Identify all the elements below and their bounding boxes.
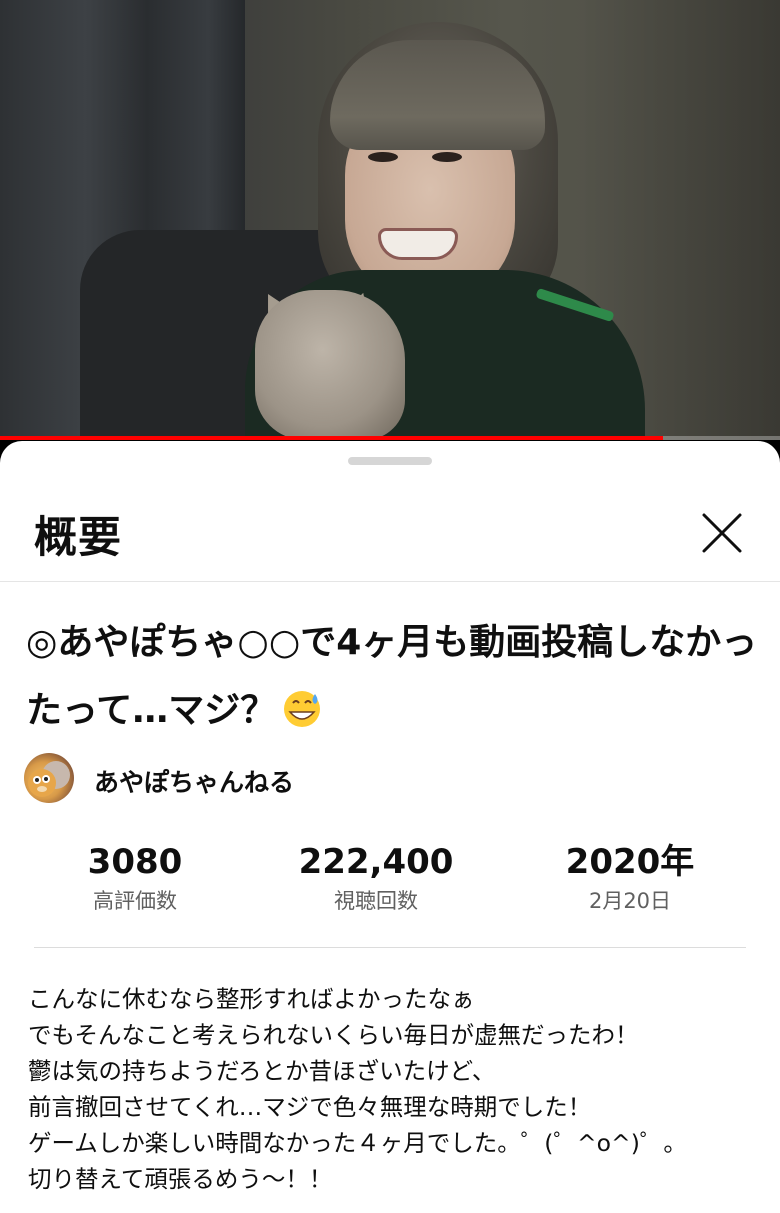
description-line: こんなに休むなら整形すればよかったなぁ: [28, 985, 475, 1013]
views-stat: 222,400 視聴回数: [256, 841, 496, 915]
description-line: 前言撤回させてくれ…マジで色々無理な時期でした！: [28, 1093, 592, 1121]
description-line: 鬱は気の持ちようだろとか昔ほざいたけど、: [28, 1057, 496, 1085]
video-frame-cat: [255, 290, 405, 440]
likes-stat: 3080 高評価数: [15, 841, 255, 915]
grinning-face-with-sweat-emoji: [284, 691, 321, 727]
video-player[interactable]: [0, 0, 780, 440]
likes-label: 高評価数: [93, 889, 177, 913]
channel-row[interactable]: あやぽちゃんねる: [24, 753, 624, 805]
publish-date-stat: 2020年 2月20日: [510, 841, 750, 915]
likes-count: 3080: [87, 842, 183, 882]
description-line: でもそんなこと考えられないくらい毎日が虚無だったわ！: [28, 1021, 639, 1049]
description-line: ゲームしか楽しい時間なかった４ヶ月でした。゜(゜^o^)゜。: [28, 1129, 687, 1157]
sheet-title: 概要: [34, 513, 122, 563]
video-title-text: ◎あやぽちゃ○○で4ヶ月も動画投稿しなかったって…マジ？: [26, 622, 758, 731]
channel-avatar[interactable]: [24, 753, 74, 803]
video-frame-person-bangs: [330, 40, 545, 150]
close-button[interactable]: [694, 505, 750, 561]
divider: [34, 947, 746, 948]
sheet-header: 概要: [0, 481, 780, 582]
views-count: 222,400: [298, 842, 454, 882]
video-progress-bar[interactable]: [0, 436, 780, 440]
description-sheet: 概要 ◎あやぽちゃ○○で4ヶ月も動画投稿しなかったって…マジ？ あやぽちゃんねる…: [0, 441, 780, 1213]
publish-date: 2月20日: [588, 889, 672, 913]
video-frame-eye: [432, 152, 462, 162]
publish-year: 2020年: [565, 842, 695, 882]
video-frame-eye: [368, 152, 398, 162]
sheet-drag-handle[interactable]: [348, 457, 432, 465]
video-description: こんなに休むなら整形すればよかったなぁ でもそんなこと考えられないくらい毎日が虚…: [28, 981, 768, 1197]
channel-name[interactable]: あやぽちゃんねる: [94, 763, 294, 799]
video-title: ◎あやぽちゃ○○で4ヶ月も動画投稿しなかったって…マジ？: [26, 609, 766, 745]
views-label: 視聴回数: [334, 889, 418, 913]
video-frame-smile: [378, 228, 458, 260]
video-stats: 3080 高評価数 222,400 視聴回数 2020年 2月20日: [0, 841, 780, 921]
video-progress-fill: [0, 436, 663, 440]
description-line: 切り替えて頑張るめう〜！！: [28, 1165, 333, 1193]
avatar-image: [28, 761, 70, 797]
close-icon: [702, 513, 742, 553]
